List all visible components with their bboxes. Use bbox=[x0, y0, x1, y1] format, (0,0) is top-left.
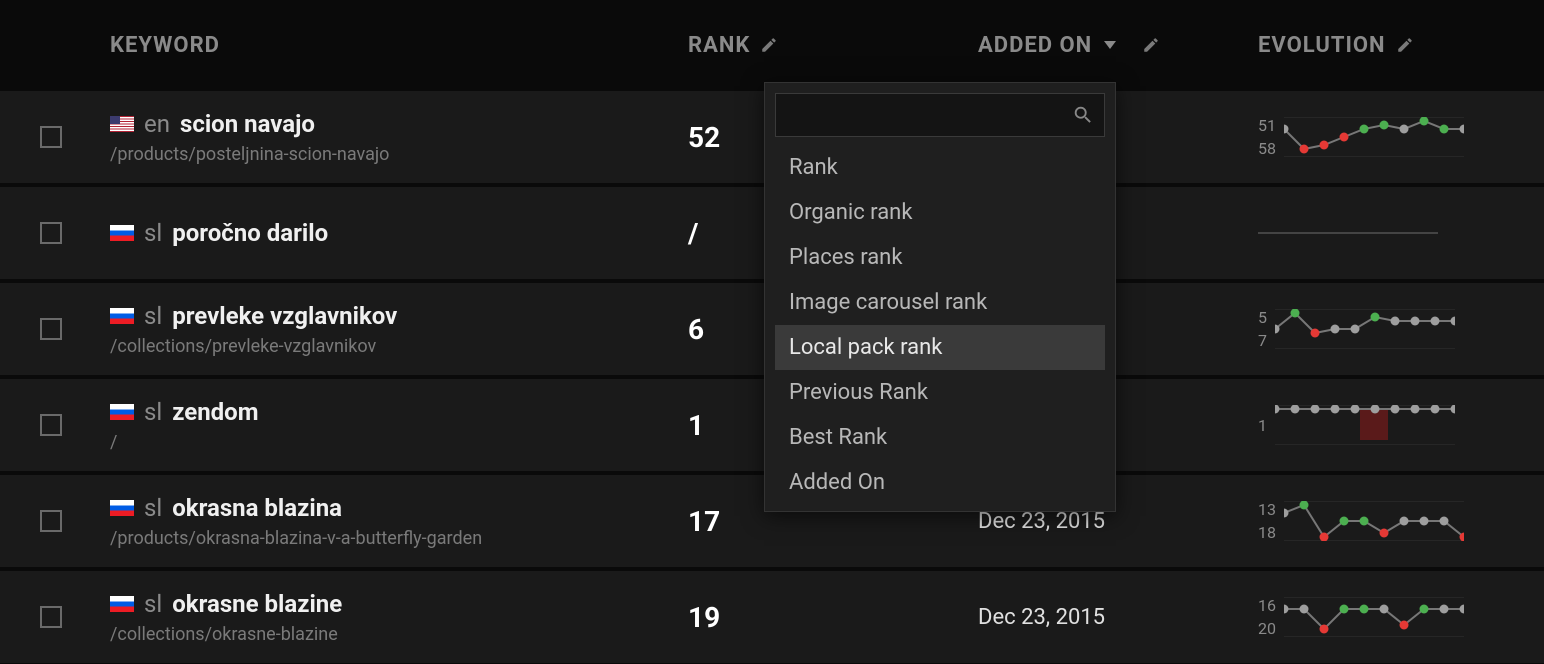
rank-value: 17 bbox=[688, 505, 720, 538]
dropdown-item[interactable]: Places rank bbox=[775, 235, 1105, 280]
language-code: sl bbox=[144, 494, 162, 522]
column-dropdown: RankOrganic rankPlaces rankImage carouse… bbox=[764, 82, 1116, 512]
flag-icon bbox=[110, 116, 134, 132]
rank-value: 19 bbox=[688, 601, 720, 634]
language-code: sl bbox=[144, 590, 162, 618]
keyword-name[interactable]: zendom bbox=[172, 398, 258, 426]
rank-value: 1 bbox=[688, 409, 704, 442]
sparkline-range: 1318 bbox=[1258, 500, 1276, 542]
edit-icon[interactable] bbox=[1142, 36, 1160, 54]
table-row[interactable]: sl okrasne blazine /collections/okrasne-… bbox=[0, 570, 1544, 664]
keyword-name[interactable]: scion navajo bbox=[180, 110, 315, 138]
row-checkbox[interactable] bbox=[40, 318, 62, 340]
rank-value: / bbox=[688, 217, 698, 250]
flag-icon bbox=[110, 225, 134, 241]
header-evolution-label: EVOLUTION bbox=[1258, 33, 1386, 58]
flag-icon bbox=[110, 500, 134, 516]
edit-icon[interactable] bbox=[760, 36, 778, 54]
flag-icon bbox=[110, 308, 134, 324]
dropdown-list[interactable]: RankOrganic rankPlaces rankImage carouse… bbox=[775, 145, 1105, 497]
header-added-on[interactable]: ADDED ON bbox=[978, 33, 1258, 58]
row-checkbox[interactable] bbox=[40, 606, 62, 628]
dropdown-item[interactable]: Organic rank bbox=[775, 190, 1105, 235]
added-date: Dec 23, 2015 bbox=[978, 605, 1105, 630]
rank-value: 6 bbox=[688, 313, 704, 346]
flag-icon bbox=[110, 404, 134, 420]
header-rank-label: RANK bbox=[688, 33, 750, 58]
keyword-path: / bbox=[110, 432, 688, 453]
keyword-name[interactable]: poročno darilo bbox=[172, 219, 328, 247]
row-checkbox[interactable] bbox=[40, 126, 62, 148]
dropdown-item[interactable]: Image carousel rank bbox=[775, 280, 1105, 325]
row-checkbox[interactable] bbox=[40, 222, 62, 244]
keyword-name[interactable]: okrasne blazine bbox=[172, 590, 342, 618]
row-checkbox[interactable] bbox=[40, 510, 62, 532]
flag-icon bbox=[110, 596, 134, 612]
dropdown-item[interactable]: Previous Rank bbox=[775, 370, 1105, 415]
language-code: sl bbox=[144, 219, 162, 247]
dropdown-item[interactable]: Rank bbox=[775, 145, 1105, 190]
dropdown-item[interactable]: Best Rank bbox=[775, 415, 1105, 460]
keyword-name[interactable]: prevleke vzglavnikov bbox=[172, 302, 397, 330]
header-evolution[interactable]: EVOLUTION bbox=[1258, 33, 1544, 58]
sparkline bbox=[1275, 405, 1455, 445]
edit-icon[interactable] bbox=[1396, 36, 1414, 54]
header-added-label: ADDED ON bbox=[978, 33, 1092, 58]
chevron-down-icon bbox=[1104, 41, 1116, 49]
dropdown-item[interactable]: Local pack rank bbox=[775, 325, 1105, 370]
added-date: Dec 23, 2015 bbox=[978, 509, 1105, 534]
keyword-name[interactable]: okrasna blazina bbox=[172, 494, 342, 522]
header-keyword[interactable]: KEYWORD bbox=[110, 33, 688, 58]
sparkline bbox=[1284, 597, 1464, 637]
language-code: sl bbox=[144, 398, 162, 426]
dropdown-item[interactable]: Added On bbox=[775, 460, 1105, 497]
keyword-path: /collections/okrasne-blazine bbox=[110, 624, 688, 645]
sparkline-range: 57 bbox=[1258, 308, 1267, 350]
language-code: sl bbox=[144, 302, 162, 330]
sparkline-empty bbox=[1258, 213, 1438, 253]
sparkline-range: 5158 bbox=[1258, 116, 1276, 158]
sparkline-range: 1 bbox=[1258, 416, 1267, 435]
sparkline bbox=[1284, 501, 1464, 541]
dropdown-search[interactable] bbox=[775, 93, 1105, 137]
sparkline bbox=[1284, 117, 1464, 157]
keyword-path: /products/okrasna-blazina-v-a-butterfly-… bbox=[110, 528, 688, 549]
keyword-path: /products/posteljnina-scion-navajo bbox=[110, 144, 688, 165]
search-icon bbox=[1072, 104, 1094, 126]
sparkline bbox=[1275, 309, 1455, 349]
sparkline-range: 1620 bbox=[1258, 596, 1276, 638]
row-checkbox[interactable] bbox=[40, 414, 62, 436]
keyword-path: /collections/prevleke-vzglavnikov bbox=[110, 336, 688, 357]
language-code: en bbox=[144, 110, 170, 138]
header-rank[interactable]: RANK bbox=[688, 33, 978, 58]
table-header: KEYWORD RANK ADDED ON EVOLUTION bbox=[0, 0, 1544, 90]
rank-value: 52 bbox=[688, 121, 720, 154]
dropdown-search-input[interactable] bbox=[776, 94, 1060, 136]
